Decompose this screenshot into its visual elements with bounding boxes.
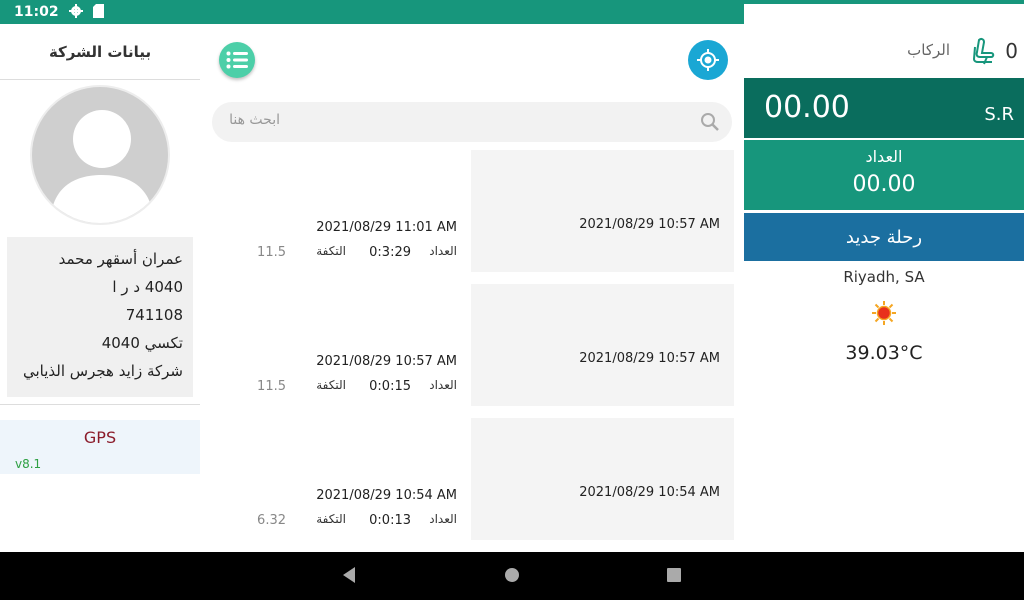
trip-cost-value: 11.5: [257, 245, 286, 260]
search-placeholder: ابحث هنا: [229, 112, 280, 128]
company-panel-title: بيانات الشركة: [0, 24, 200, 80]
divider: [0, 404, 200, 405]
meter-label: العداد: [865, 147, 903, 166]
search-icon[interactable]: [700, 112, 720, 136]
vehicle-name: تكسي 4040: [101, 334, 183, 352]
company-panel: بيانات الشركة عمران أسقهر محمد 4040 د ر …: [0, 24, 200, 552]
gps-label: GPS: [83, 428, 117, 447]
back-icon[interactable]: [341, 566, 357, 588]
weather-city: Riyadh, SA: [843, 268, 925, 286]
trip-end-date: 2021/08/29 10:54 AM: [316, 488, 457, 503]
trip-end-date: 2021/08/29 10:57 AM: [316, 354, 457, 369]
status-bar: 11:02: [0, 0, 1024, 532]
trip-card[interactable]: 2021/08/29 10:57 AM: [471, 150, 734, 272]
trip-card[interactable]: 2021/08/29 10:57 AM: [471, 284, 734, 406]
trip-start-date: 2021/08/29 10:57 AM: [579, 351, 720, 366]
meter-value: 00.00: [852, 172, 916, 197]
gps-box[interactable]: GPS v8.1: [0, 420, 200, 474]
company-name: شركة زايد هجرس الذيابي: [22, 362, 183, 380]
user-icon: [50, 110, 154, 223]
trip-card[interactable]: 2021/08/29 10:54 AM: [471, 418, 734, 540]
status-time: 11:02: [14, 4, 59, 20]
fare-display: 00.00 S.R: [744, 78, 1024, 138]
trip-meter-label: العداد: [429, 378, 457, 392]
crosshair-icon: [697, 49, 719, 71]
home-icon[interactable]: [503, 566, 521, 588]
search-bar[interactable]: ابحث هنا: [212, 102, 732, 142]
driver-info: عمران أسقهر محمد 4040 د ر ا 741108 تكسي …: [7, 237, 193, 397]
trip-meter-label: العداد: [429, 244, 457, 258]
trip-cost-value: 6.32: [257, 513, 286, 528]
menu-button[interactable]: [219, 42, 255, 78]
driver-name: عمران أسقهر محمد: [58, 250, 183, 268]
trip-meter-value: 0:3:29: [369, 245, 411, 260]
id-number: 741108: [125, 306, 183, 324]
weather-temperature: 39.03°C: [845, 342, 923, 364]
trip-end-date: 2021/08/29 11:01 AM: [316, 220, 457, 235]
plate-number: 4040 د ر ا: [112, 278, 183, 296]
sd-card-icon: [92, 3, 104, 22]
trip-cost-label: التكفة: [316, 512, 346, 526]
trip-item[interactable]: 2021/08/29 10:54 AM 2021/08/29 10:54 AM …: [200, 418, 744, 540]
trip-cost-label: التكفة: [316, 378, 346, 392]
trip-meter-value: 0:0:13: [369, 513, 411, 528]
trip-item[interactable]: 2021/08/29 10:57 AM 2021/08/29 11:01 AM …: [200, 150, 744, 272]
fare-currency: S.R: [984, 104, 1014, 125]
fare-amount: 00.00: [764, 90, 850, 125]
riders-count: 0: [1005, 39, 1018, 63]
new-trip-button[interactable]: رحلة جديد: [744, 213, 1024, 261]
trip-start-date: 2021/08/29 10:57 AM: [579, 217, 720, 232]
navigation-bar: [0, 552, 1024, 600]
avatar[interactable]: [30, 85, 170, 225]
recent-apps-icon[interactable]: [665, 566, 683, 588]
seat-icon: [972, 37, 998, 69]
trips-panel: ابحث هنا 2021/08/29 10:57 AM 2021/08/29 …: [200, 24, 744, 552]
riders-row: 0 الركاب: [744, 24, 1024, 78]
riders-label: الركاب: [907, 41, 950, 59]
trip-item[interactable]: 2021/08/29 10:57 AM 2021/08/29 10:57 AM …: [200, 284, 744, 406]
trip-cost-label: التكفة: [316, 244, 346, 258]
locate-button[interactable]: [688, 40, 728, 80]
sun-icon: [871, 300, 897, 330]
trip-cost-value: 11.5: [257, 379, 286, 394]
trip-start-date: 2021/08/29 10:54 AM: [579, 485, 720, 500]
trip-meter-label: العداد: [429, 512, 457, 526]
app-version: v8.1: [15, 457, 42, 471]
list-icon: [226, 51, 248, 69]
meter-panel: 0 الركاب 00.00 S.R العداد 00.00 رحلة جدي…: [744, 24, 1024, 552]
settings-icon: [68, 3, 83, 22]
trip-meter-value: 0:0:15: [369, 379, 411, 394]
meter-display: العداد 00.00: [744, 140, 1024, 210]
